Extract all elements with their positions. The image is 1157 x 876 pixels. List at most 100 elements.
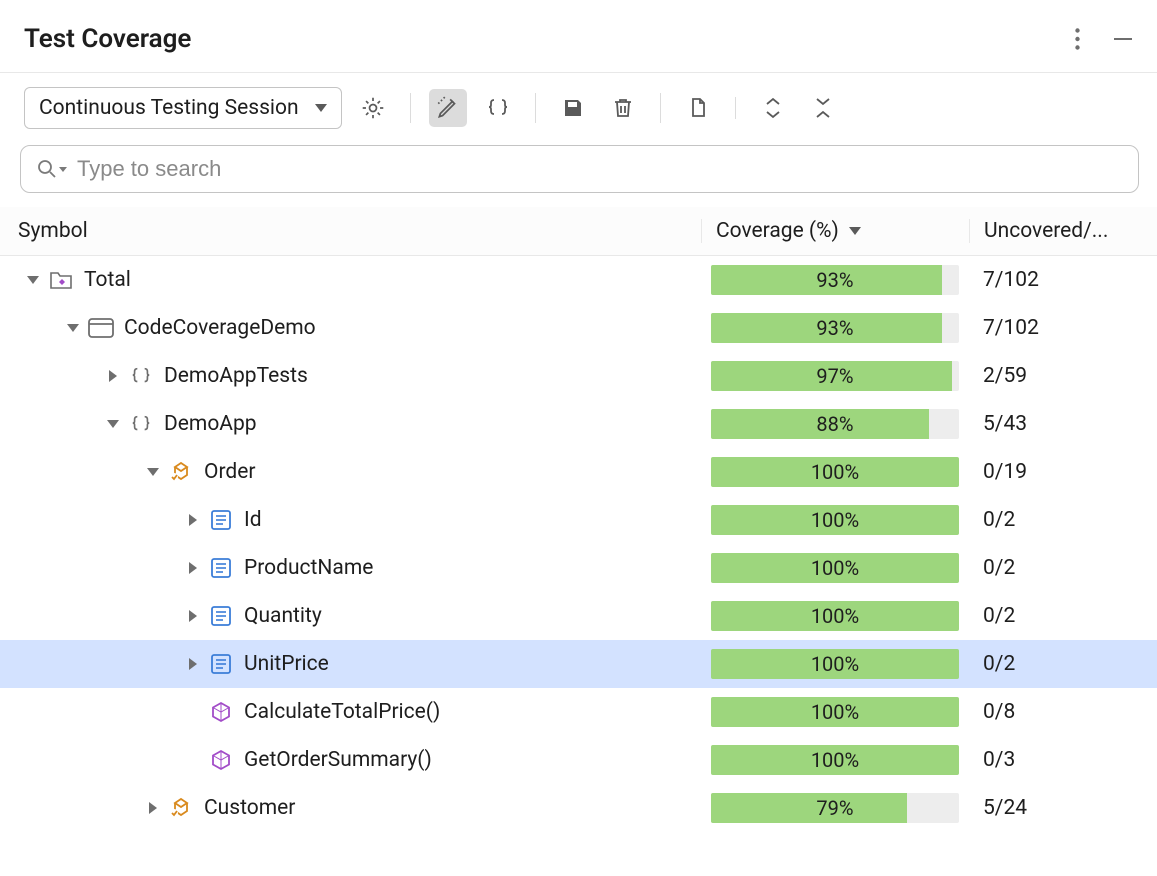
module-icon [88,315,114,341]
save-icon[interactable] [554,89,592,127]
coverage-bar: 88% [711,409,959,439]
namespace-icon [128,411,154,437]
delete-icon[interactable] [604,89,642,127]
coverage-percent: 100% [711,505,959,535]
tree-row[interactable]: Quantity 100% 0/2 [0,592,1157,640]
property-icon [208,507,234,533]
tree-row[interactable]: UnitPrice100%0/2 [0,640,1157,688]
coverage-percent: 93% [711,313,959,343]
tree-row[interactable]: ProductName 100% 0/2 [0,544,1157,592]
coverage-bar: 100% [711,649,959,679]
chevron-right-icon[interactable] [102,365,124,387]
search-icon [37,159,67,179]
uncovered-count: 5/43 [969,412,1157,436]
row-name: DemoAppTests [164,364,308,388]
chevron-right-icon[interactable] [182,509,204,531]
row-name: Total [84,268,131,292]
close-icon[interactable] [804,89,842,127]
row-name: CodeCoverageDemo [124,316,316,340]
toolbar-separator [735,97,736,119]
chevron-right-icon[interactable] [182,653,204,675]
tree-row[interactable]: Customer79%5/24 [0,784,1157,832]
tree-row[interactable]: Order 100% 0/19 [0,448,1157,496]
tree-row[interactable]: DemoApp88%5/43 [0,400,1157,448]
coverage-percent: 100% [711,745,959,775]
folder-icon [48,267,74,293]
coverage-percent: 97% [711,361,959,391]
session-dropdown[interactable]: Continuous Testing Session [24,87,342,129]
coverage-bar: 93% [711,313,959,343]
toolbar-separator [535,93,536,123]
coverage-percent: 100% [711,697,959,727]
coverage-bar: 100% [711,697,959,727]
property-icon [208,651,234,677]
row-name: ProductName [244,556,373,580]
column-uncovered[interactable]: Uncovered/... [969,219,1157,243]
uncovered-count: 0/2 [969,556,1157,580]
coverage-bar: 100% [711,601,959,631]
minimize-icon[interactable] [1109,25,1137,53]
coverage-bar: 100% [711,505,959,535]
tree-row[interactable]: GetOrderSummary() 100% 0/3 [0,736,1157,784]
coverage-tree: Total 93% 7/102 CodeCoverageDemo 93% 7/102 Dem… [0,256,1157,876]
expand-collapse-icon[interactable] [754,89,792,127]
coverage-percent: 88% [711,409,959,439]
chevron-down-icon [315,104,327,112]
uncovered-count: 0/8 [969,700,1157,724]
chevron-right-icon[interactable] [142,797,164,819]
column-coverage[interactable]: Coverage (%) [701,219,969,243]
coverage-bar: 100% [711,745,959,775]
row-name: Quantity [244,604,322,628]
settings-icon[interactable] [354,89,392,127]
chevron-down-icon[interactable] [102,413,124,435]
row-name: Order [204,460,255,484]
row-name: Id [244,508,262,532]
tree-row[interactable]: Id 100% 0/2 [0,496,1157,544]
row-name: CalculateTotalPrice() [244,700,440,724]
namespace-icon [128,363,154,389]
chevron-down-icon[interactable] [142,461,164,483]
more-options-icon[interactable] [1063,25,1091,53]
uncovered-count: 2/59 [969,364,1157,388]
coverage-bar: 97% [711,361,959,391]
row-name: Customer [204,796,295,820]
tree-row[interactable]: DemoAppTests 97% 2/59 [0,352,1157,400]
uncovered-count: 7/102 [969,268,1157,292]
column-symbol[interactable]: Symbol [0,219,701,243]
search-input[interactable] [77,156,1122,182]
toolbar-separator [660,93,661,123]
chevron-down-icon[interactable] [62,317,84,339]
property-icon [208,555,234,581]
tree-row[interactable]: CodeCoverageDemo93%7/102 [0,304,1157,352]
class-icon [168,459,194,485]
panel-title: Test Coverage [24,24,1063,54]
uncovered-count: 0/19 [969,460,1157,484]
session-dropdown-label: Continuous Testing Session [39,96,299,120]
uncovered-count: 0/3 [969,748,1157,772]
coverage-bar: 100% [711,457,959,487]
class-icon [168,795,194,821]
highlight-icon[interactable] [429,89,467,127]
coverage-bar: 93% [711,265,959,295]
coverage-percent: 100% [711,601,959,631]
tree-row[interactable]: Total 93% 7/102 [0,256,1157,304]
row-name: UnitPrice [244,652,329,676]
uncovered-count: 0/2 [969,604,1157,628]
tree-row[interactable]: CalculateTotalPrice() 100% 0/8 [0,688,1157,736]
method-icon [208,747,234,773]
chevron-right-icon[interactable] [182,557,204,579]
coverage-percent: 93% [711,265,959,295]
coverage-bar: 100% [711,553,959,583]
uncovered-count: 0/2 [969,508,1157,532]
export-icon[interactable] [679,89,717,127]
coverage-percent: 100% [711,649,959,679]
braces-icon[interactable] [479,89,517,127]
coverage-percent: 79% [711,793,959,823]
row-name: GetOrderSummary() [244,748,432,772]
chevron-down-icon[interactable] [22,269,44,291]
toolbar: Continuous Testing Session [0,73,1157,139]
search-box[interactable] [20,145,1139,193]
coverage-percent: 100% [711,457,959,487]
chevron-right-icon[interactable] [182,605,204,627]
sort-desc-icon [849,227,861,235]
